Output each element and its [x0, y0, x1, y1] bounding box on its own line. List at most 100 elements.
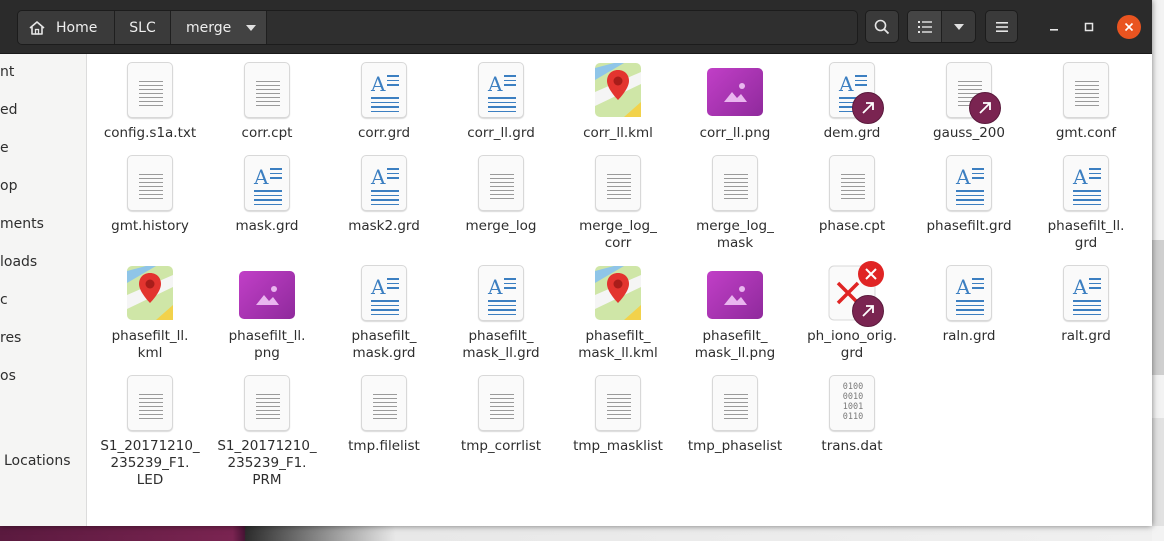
- image-file-icon: [239, 271, 295, 319]
- file-name: tmp_phaselist: [687, 438, 783, 454]
- file-item[interactable]: Acorr.grd: [329, 62, 439, 142]
- file-name: corr_ll.kml: [583, 125, 653, 141]
- path-slc-button[interactable]: SLC: [115, 11, 171, 44]
- file-name: merge_log_ corr: [579, 218, 657, 251]
- sidebar-item-downloads[interactable]: loads: [0, 254, 37, 270]
- file-item[interactable]: Adem.grd: [797, 62, 907, 142]
- list-view-button[interactable]: [908, 11, 942, 42]
- file-icon-container: [243, 375, 291, 435]
- file-item[interactable]: Aphasefilt_ mask.grd: [329, 265, 439, 362]
- sidebar-item-other-locations[interactable]: Locations: [4, 453, 71, 469]
- path-home-label: Home: [56, 19, 98, 36]
- main-menu-button[interactable]: [985, 10, 1018, 43]
- file-item[interactable]: Acorr_ll.grd: [446, 62, 556, 142]
- sidebar-item-home[interactable]: e: [0, 140, 9, 156]
- file-item[interactable]: config.s1a.txt: [95, 62, 205, 142]
- file-item[interactable]: phasefilt_ll. kml: [95, 265, 205, 362]
- file-item[interactable]: gauss_200: [914, 62, 1024, 142]
- minimize-button[interactable]: [1042, 15, 1066, 39]
- sidebar-item-recent[interactable]: nt: [0, 64, 14, 80]
- background-window-edge: [1152, 0, 1164, 541]
- file-name: merge_log: [465, 218, 537, 234]
- file-item[interactable]: merge_log_ corr: [563, 155, 673, 252]
- file-item[interactable]: Aralt.grd: [1031, 265, 1141, 345]
- file-icon-container: [243, 62, 291, 122]
- file-icon-container: [594, 265, 642, 325]
- sidebar: nt ed e op ments loads c res os Location…: [0, 54, 87, 526]
- text-file-icon: [127, 375, 173, 431]
- search-button[interactable]: [865, 10, 899, 43]
- document-file-icon: A: [946, 265, 992, 321]
- file-name: phase.cpt: [818, 218, 886, 234]
- home-icon: [29, 20, 45, 35]
- file-name: dem.grd: [823, 125, 881, 141]
- path-merge-button[interactable]: merge: [171, 11, 267, 44]
- sidebar-item-starred[interactable]: ed: [0, 102, 18, 118]
- text-file-icon: [127, 62, 173, 118]
- sidebar-item-desktop[interactable]: op: [0, 178, 17, 194]
- document-file-icon: A: [244, 155, 290, 211]
- path-slc-label: SLC: [129, 19, 156, 36]
- file-item[interactable]: phase.cpt: [797, 155, 907, 235]
- file-icon-container: A: [1062, 265, 1110, 325]
- document-file-icon: A: [478, 265, 524, 321]
- file-item[interactable]: tmp_masklist: [563, 375, 673, 455]
- file-icon-container: [594, 375, 642, 435]
- file-name: config.s1a.txt: [103, 125, 197, 141]
- close-button[interactable]: [1117, 15, 1141, 39]
- file-name: S1_20171210_ 235239_F1. PRM: [217, 438, 317, 488]
- file-item[interactable]: phasefilt_ mask_ll.kml: [563, 265, 673, 362]
- file-item[interactable]: Araln.grd: [914, 265, 1024, 345]
- file-item[interactable]: tmp.filelist: [329, 375, 439, 455]
- text-file-icon: [478, 155, 524, 211]
- text-file-icon: [829, 155, 875, 211]
- file-icon-container: A: [945, 265, 993, 325]
- file-icon-container: [360, 375, 408, 435]
- file-icon-container: [594, 62, 642, 122]
- desktop-background: [0, 525, 1164, 541]
- file-item[interactable]: corr_ll.kml: [563, 62, 673, 142]
- file-item[interactable]: merge_log: [446, 155, 556, 235]
- file-item[interactable]: corr.cpt: [212, 62, 322, 142]
- text-file-icon: [1063, 62, 1109, 118]
- file-item[interactable]: corr_ll.png: [680, 62, 790, 142]
- file-item[interactable]: tmp_phaselist: [680, 375, 790, 455]
- file-icon-container: [711, 375, 759, 435]
- text-file-icon: [127, 155, 173, 211]
- file-icon-container: 0100 0010 1001 0110: [828, 375, 876, 435]
- maximize-button[interactable]: [1077, 15, 1101, 39]
- file-item[interactable]: Aphasefilt_ mask_ll.grd: [446, 265, 556, 362]
- file-item[interactable]: Amask2.grd: [329, 155, 439, 235]
- file-icon-container: [945, 62, 1001, 124]
- file-item[interactable]: Amask.grd: [212, 155, 322, 235]
- sidebar-item-music[interactable]: c: [0, 292, 8, 308]
- file-item[interactable]: merge_log_ mask: [680, 155, 790, 252]
- file-item[interactable]: Aphasefilt.grd: [914, 155, 1024, 235]
- file-item[interactable]: phasefilt_ll. png: [212, 265, 322, 362]
- file-icon-container: A: [477, 265, 525, 325]
- path-home-button[interactable]: Home: [18, 11, 115, 44]
- file-item[interactable]: gmt.conf: [1031, 62, 1141, 142]
- file-item[interactable]: tmp_corrlist: [446, 375, 556, 455]
- file-item[interactable]: Aphasefilt_ll. grd: [1031, 155, 1141, 252]
- file-name: corr_ll.png: [699, 125, 771, 141]
- hamburger-menu-icon: [995, 21, 1008, 32]
- file-icon-container: [126, 375, 174, 435]
- file-item[interactable]: phasefilt_ mask_ll.png: [680, 265, 790, 362]
- sidebar-item-videos[interactable]: os: [0, 368, 16, 384]
- text-file-icon: [595, 375, 641, 431]
- file-item[interactable]: S1_20171210_ 235239_F1. LED: [95, 375, 205, 489]
- document-file-icon: A: [1063, 155, 1109, 211]
- text-file-icon: [244, 62, 290, 118]
- maximize-icon: [1084, 22, 1094, 32]
- file-item[interactable]: S1_20171210_ 235239_F1. PRM: [212, 375, 322, 489]
- sidebar-item-pictures[interactable]: res: [0, 330, 21, 346]
- file-item[interactable]: gmt.history: [95, 155, 205, 235]
- file-icon-container: [126, 62, 174, 122]
- file-item[interactable]: 0100 0010 1001 0110 trans.dat: [797, 375, 907, 455]
- sidebar-item-documents[interactable]: ments: [0, 216, 44, 232]
- file-icon-container: A: [243, 155, 291, 215]
- file-item[interactable]: ph_iono_orig. grd: [797, 261, 907, 362]
- file-icon-container: [477, 375, 525, 435]
- view-dropdown-button[interactable]: [942, 11, 975, 42]
